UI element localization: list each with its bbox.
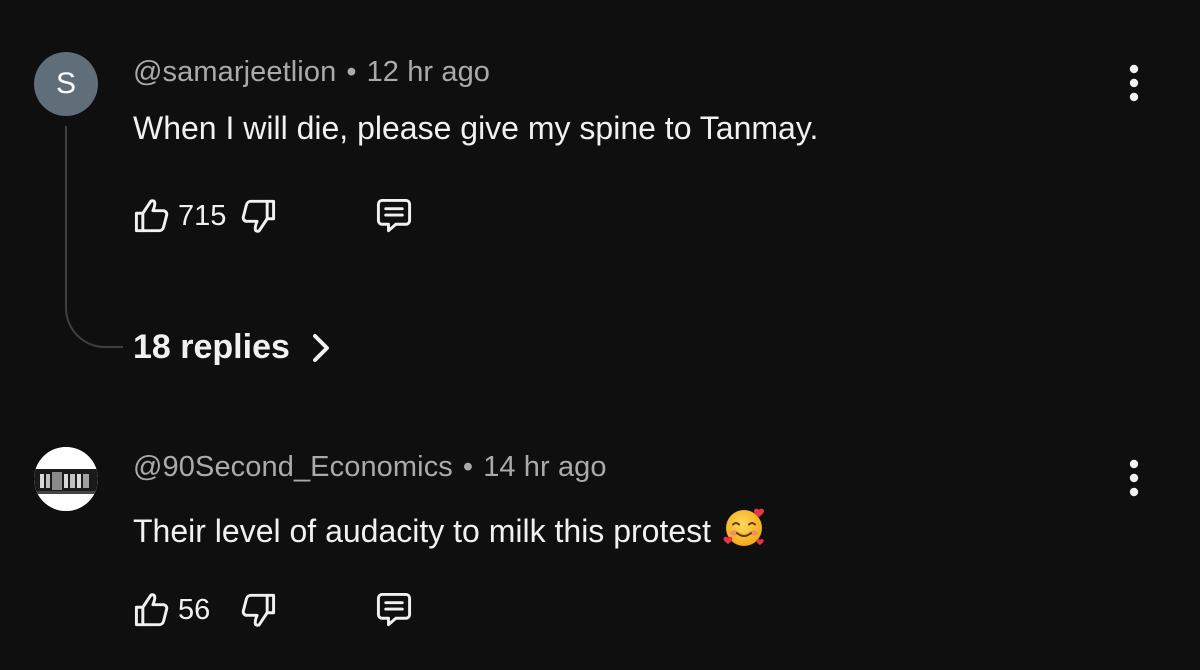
view-replies-button[interactable]: 18 replies	[133, 328, 336, 367]
comment-meta: @samarjeetlion • 12 hr ago	[133, 56, 490, 89]
comments-section: S @samarjeetlion • 12 hr ago When I will d…	[0, 0, 1200, 670]
thumbs-down-icon	[241, 199, 276, 233]
comment-icon	[376, 592, 412, 627]
comment-meta: @90Second_Economics • 14 hr ago	[133, 451, 607, 484]
meta-separator: •	[462, 451, 474, 483]
comment-author[interactable]: @90Second_Economics	[133, 451, 453, 483]
chevron-right-icon	[312, 333, 329, 362]
like-button[interactable]	[130, 588, 174, 632]
like-button[interactable]	[130, 194, 174, 238]
avatar-letter: S	[55, 67, 76, 100]
reply-button[interactable]	[372, 588, 416, 632]
reply-button[interactable]	[372, 194, 416, 238]
comment-actions: 56	[130, 587, 416, 633]
thread-line	[65, 126, 123, 348]
more-vertical-icon	[1129, 64, 1139, 102]
comment-options-button[interactable]	[1118, 453, 1150, 503]
comment-text-content: Their level of audacity to milk this pro…	[133, 513, 712, 549]
comment-time[interactable]: 14 hr ago	[483, 451, 606, 483]
avatar[interactable]	[34, 447, 98, 511]
comment-actions: 715	[130, 193, 416, 239]
avatar[interactable]: S	[34, 52, 98, 116]
comment-icon	[376, 198, 412, 233]
thumbs-down-icon	[241, 593, 276, 627]
comment-author[interactable]: @samarjeetlion	[133, 56, 336, 88]
dislike-button[interactable]	[236, 194, 280, 238]
thumbs-up-icon	[134, 593, 169, 627]
more-vertical-icon	[1129, 459, 1139, 497]
channel-logo	[34, 447, 98, 511]
comment-text: When I will die, please give my spine to…	[133, 110, 819, 146]
replies-count-label: 18 replies	[133, 328, 290, 366]
thumbs-up-icon	[134, 199, 169, 233]
comment-options-button[interactable]	[1118, 58, 1150, 108]
meta-separator: •	[346, 56, 357, 88]
dislike-button[interactable]	[236, 588, 280, 632]
smiling-face-with-hearts-emoji	[721, 504, 767, 550]
comment-time[interactable]: 12 hr ago	[367, 56, 490, 88]
comment-text: Their level of audacity to milk this pro…	[133, 504, 767, 550]
